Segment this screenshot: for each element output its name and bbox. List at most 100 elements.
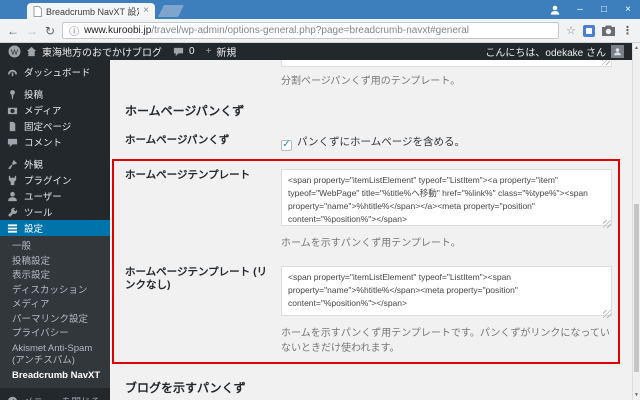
browser-tab[interactable]: Breadcrumb NavXT 設定 × <box>27 3 155 19</box>
sidebar-item-label: 外観 <box>24 160 44 171</box>
plug-icon <box>7 175 18 186</box>
resize-grip-icon[interactable] <box>603 309 611 318</box>
resize-grip-icon[interactable] <box>603 219 611 228</box>
wp-sidebar: ダッシュボード 投稿 メディア 固定ページ コメント 外観 プラグイン ユーザー… <box>0 60 116 400</box>
sidebar-item-users[interactable]: ユーザー <box>0 188 110 204</box>
avatar[interactable] <box>611 45 624 58</box>
reload-icon[interactable]: ↻ <box>45 25 55 37</box>
sidebar-item-label: ユーザー <box>24 192 62 203</box>
home-breadcrumb-row: ホームページパンくず ✓ パンくずにホームページを含める。 <box>125 132 620 151</box>
collapse-circle-icon <box>7 396 18 400</box>
submenu-item-privacy[interactable]: プライバシー <box>0 327 110 342</box>
close-button[interactable]: × <box>616 0 640 19</box>
comment-count[interactable]: 0 <box>189 46 195 57</box>
sidebar-item-settings[interactable]: 設定 <box>0 220 116 236</box>
submenu-item-akismet[interactable]: Akismet Anti-Spam (アンチスパム) <box>0 342 110 369</box>
scroll-down-icon[interactable]: ▼ <box>633 390 640 400</box>
paged-template-description: 分割ページパンくず用のテンプレート。 <box>281 76 461 87</box>
maximize-button[interactable]: □ <box>592 0 616 19</box>
collapse-menu-button[interactable]: メニューを閉じる <box>0 388 110 400</box>
submenu-item-permalinks[interactable]: パーマリンク設定 <box>0 313 110 328</box>
browser-titlebar: Breadcrumb NavXT 設定 × – □ × <box>0 0 640 19</box>
submenu-item-writing[interactable]: 投稿設定 <box>0 255 110 270</box>
document-icon <box>7 121 18 132</box>
url-text: www.kuroobi.jp/travel/wp-admin/options-g… <box>84 25 469 36</box>
window-controls: – □ × <box>542 0 640 19</box>
home-template-description: ホームを示すパンくず用テンプレート。 <box>281 237 461 249</box>
minimize-button[interactable]: – <box>568 0 592 19</box>
sidebar-item-label: 投稿 <box>24 90 44 101</box>
sidebar-item-posts[interactable]: 投稿 <box>0 86 110 102</box>
collapse-menu-label: メニューを閉じる <box>24 394 100 400</box>
home-breadcrumb-label: ホームページパンくず <box>125 134 230 146</box>
camera-extension-icon[interactable] <box>602 25 615 36</box>
sidebar-item-label: コメント <box>24 138 63 149</box>
sidebar-item-pages[interactable]: 固定ページ <box>0 118 110 134</box>
sidebar-item-label: ダッシュボード <box>24 68 91 79</box>
gauge-icon <box>7 67 18 78</box>
section-home-breadcrumb-title: ホームページパンくず <box>125 104 245 118</box>
browser-menu-icon[interactable]: ⋮ <box>622 24 633 37</box>
tab-close-icon[interactable]: × <box>143 6 149 16</box>
scrollbar-thumb[interactable] <box>634 204 639 372</box>
home-icon <box>26 46 37 57</box>
home-template-unlinked-label: ホームページテンプレート (リンクなし) <box>125 265 268 292</box>
forward-icon: → <box>26 23 38 38</box>
sidebar-item-label: ツール <box>24 208 53 219</box>
site-info-icon[interactable]: ⓘ <box>69 23 79 38</box>
home-template-label: ホームページテンプレート <box>125 168 251 181</box>
settings-panel-icon <box>7 223 18 234</box>
new-content-link[interactable]: 新規 <box>216 44 236 59</box>
comments-icon[interactable] <box>173 46 184 57</box>
page-scrollbar[interactable]: ▲ ▼ <box>632 43 640 400</box>
submenu-item-media[interactable]: メディア <box>0 298 110 313</box>
home-breadcrumb-checkbox-label[interactable]: パンくずにホームページを含める。 <box>297 136 465 148</box>
wordpress-logo-icon[interactable]: W <box>8 45 21 58</box>
submenu-item-breadcrumb-navxt[interactable]: Breadcrumb NavXT <box>0 369 110 384</box>
sidebar-item-dashboard[interactable]: ダッシュボード <box>0 64 110 80</box>
extension-icon[interactable] <box>583 24 595 37</box>
plus-icon: + <box>205 46 212 57</box>
profile-icon[interactable] <box>542 4 568 16</box>
home-template-unlinked-description: ホームを示すパンくず用テンプレートです。パンくずがリンクになっていないときだけ使… <box>281 327 610 354</box>
bookmark-star-icon[interactable]: ☆ <box>566 24 576 37</box>
settings-submenu: 一般 投稿設定 表示設定 ディスカッション メディア パーマリンク設定 プライバ… <box>0 236 110 388</box>
home-template-textarea[interactable]: <span property="itemListElement" typeof=… <box>281 168 612 226</box>
sidebar-item-appearance[interactable]: 外観 <box>0 156 110 172</box>
submenu-item-general[interactable]: 一般 <box>0 240 110 255</box>
pushpin-icon <box>7 89 18 100</box>
wrench-icon <box>7 207 18 218</box>
submenu-item-discussion[interactable]: ディスカッション <box>0 284 110 299</box>
address-bar[interactable]: ⓘ www.kuroobi.jp/travel/wp-admin/options… <box>62 22 560 39</box>
browser-toolbar: ← → ↻ ⓘ www.kuroobi.jp/travel/wp-admin/o… <box>0 19 640 43</box>
url-path: /travel/wp-admin/options-general.php?pag… <box>151 25 470 36</box>
sidebar-item-label: 設定 <box>24 224 44 235</box>
check-icon: ✓ <box>282 139 291 150</box>
sidebar-item-comments[interactable]: コメント <box>0 134 110 150</box>
camera-icon <box>7 105 18 116</box>
home-template-unlinked-row: ホームページテンプレート (リンクなし) <span property="ite… <box>125 264 614 319</box>
resize-grip-icon[interactable] <box>602 60 610 65</box>
svg-text:W: W <box>11 47 19 56</box>
page-favicon-icon <box>33 5 42 17</box>
paintbrush-icon <box>7 159 18 170</box>
site-name-link[interactable]: 東海地方のおでかけブログ <box>42 44 162 59</box>
paged-template-textarea-partial[interactable] <box>281 60 612 67</box>
user-icon <box>7 191 18 202</box>
new-tab-button[interactable] <box>158 5 184 17</box>
settings-page-content: 分割ページパンくず用のテンプレート。 ホームページパンくず ホームページパンくず… <box>110 60 632 400</box>
sidebar-item-plugins[interactable]: プラグイン <box>0 172 110 188</box>
red-annotation-box: ホームページテンプレート <span property="itemListEle… <box>112 158 620 364</box>
sidebar-item-media[interactable]: メディア <box>0 102 110 118</box>
home-template-unlinked-textarea[interactable]: <span property="itemListElement" typeof=… <box>281 265 612 316</box>
url-host: www.kuroobi.jp <box>84 25 152 36</box>
howdy-greeting[interactable]: こんにちは、odekake さん <box>485 44 606 59</box>
comment-bubble-icon <box>7 137 18 148</box>
sidebar-item-tools[interactable]: ツール <box>0 204 110 220</box>
scroll-up-icon[interactable]: ▲ <box>633 43 640 53</box>
submenu-item-reading[interactable]: 表示設定 <box>0 269 110 284</box>
sidebar-item-label: メディア <box>24 106 62 117</box>
home-breadcrumb-checkbox[interactable]: ✓ <box>281 139 292 151</box>
tab-title: Breadcrumb NavXT 設定 <box>46 6 140 17</box>
back-icon[interactable]: ← <box>7 25 19 37</box>
